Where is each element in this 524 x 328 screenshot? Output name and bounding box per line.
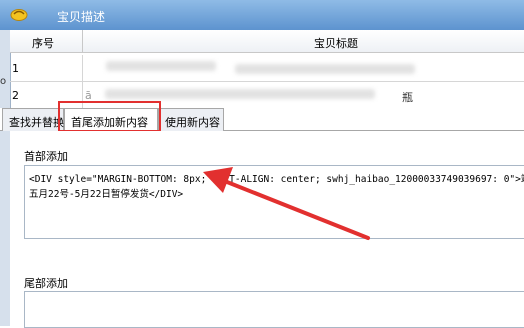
annotation-arrow — [203, 167, 370, 240]
annotation-arrow-shaft — [220, 178, 370, 240]
annotation-arrow-head — [203, 167, 233, 193]
